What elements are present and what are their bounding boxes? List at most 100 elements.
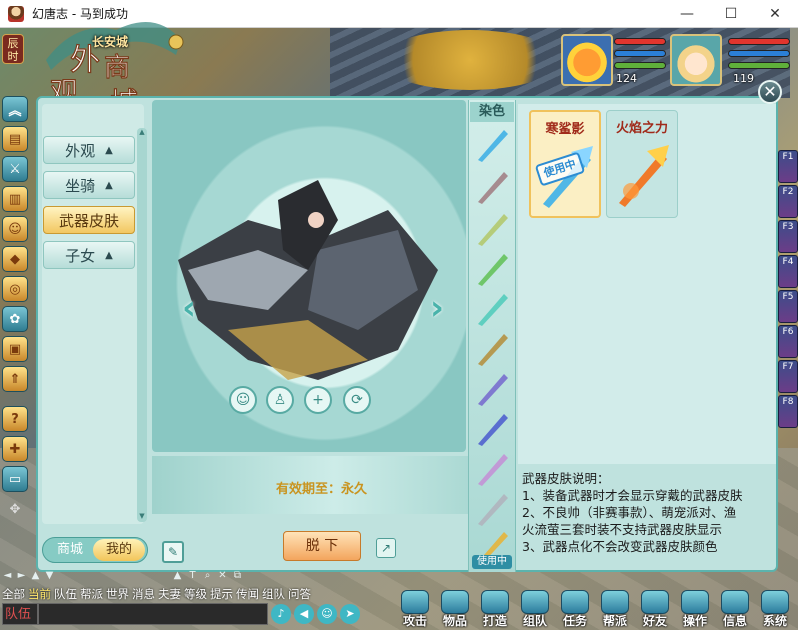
arrow-left-icon[interactable]: ◄ [2,570,13,582]
scroll-down-icon[interactable]: ▼ [137,512,147,522]
hotkey-f3[interactable]: F3 [778,220,798,253]
hotkey-f7[interactable]: F7 [778,360,798,393]
dye-slot-5[interactable] [474,290,512,328]
search-icon[interactable]: ⌕ [202,570,213,582]
channel-tab[interactable]: 夫妻 [158,586,181,602]
minimize-button[interactable]: — [664,0,710,28]
wheel-icon[interactable]: ◎ [2,276,28,302]
category-scrollbar[interactable]: ▲ ▼ [137,128,147,522]
close-window-button[interactable]: ✕ [752,0,798,28]
dye-slot-4[interactable] [474,250,512,288]
character-view-icon[interactable]: ☺ [229,386,257,414]
text-icon[interactable]: T [187,570,198,582]
chevron-up-icon: ▲ [105,144,113,156]
volume-icon[interactable]: ◀ [294,604,314,624]
action-forge[interactable]: 打造 [475,588,515,628]
tab-mine[interactable]: 我的 [93,539,145,561]
hotkey-f8[interactable]: F8 [778,395,798,428]
help-icon[interactable]: ? [2,406,28,432]
next-arrow-icon[interactable]: › [430,288,456,328]
dye-slot-8[interactable] [474,410,512,448]
copy-icon[interactable]: ⧉ [232,570,243,582]
category-children[interactable]: 子女 ▲ [43,241,135,269]
action-attack[interactable]: 攻击 [395,588,435,628]
channel-tab[interactable]: 世界 [106,586,129,602]
pet-exp-bar [614,62,666,69]
gold-icon[interactable]: ◆ [2,246,28,272]
hotkey-f6[interactable]: F6 [778,325,798,358]
hotkey-f4[interactable]: F4 [778,255,798,288]
maximize-button[interactable]: ☐ [708,0,754,28]
share-icon[interactable]: ↗ [376,538,396,558]
action-label: 攻击 [402,614,427,628]
hotkey-f5[interactable]: F5 [778,290,798,323]
arrow-down-icon[interactable]: ▼ [44,570,55,582]
move-icon[interactable]: ✥ [2,496,28,522]
outfit-icon[interactable]: ♙ [266,386,294,414]
channel-tab[interactable]: 等级 [184,586,207,602]
prev-arrow-icon[interactable]: ‹ [182,288,208,328]
channel-tab[interactable]: 消息 [132,586,155,602]
gift-icon[interactable]: ✚ [2,436,28,462]
channel-tab[interactable]: 组队 [262,586,285,602]
unequip-button[interactable]: 脱 下 [283,531,361,561]
action-info[interactable]: 信息 [715,588,755,628]
arrow-right-icon[interactable]: ► [16,570,27,582]
action-team[interactable]: 组队 [515,588,555,628]
action-operate[interactable]: 操作 [675,588,715,628]
channel-tab[interactable]: 提示 [210,586,233,602]
action-friends[interactable]: 好友 [635,588,675,628]
skin-name: 火焰之力 [615,121,668,136]
channel-select[interactable]: 队伍 [2,603,38,625]
channel-tab[interactable]: 全部 [2,586,25,602]
dye-slot-7[interactable] [474,370,512,408]
pet-portrait[interactable] [561,34,613,86]
edit-icon[interactable]: ✎ [162,541,184,563]
channel-tab[interactable]: 问答 [288,586,311,602]
category-weapon-skin[interactable]: 武器皮肤 [43,206,135,234]
channel-tab[interactable]: 当前 [28,586,51,602]
ranking-icon[interactable]: ▥ [2,186,28,212]
microphone-icon[interactable]: ♪ [271,604,291,624]
pet-icon[interactable]: ☺ [2,216,28,242]
tv-icon[interactable]: ▭ [2,466,28,492]
hotkey-f1[interactable]: F1 [778,150,798,183]
action-items[interactable]: 物品 [435,588,475,628]
move-up-icon[interactable]: ▲ [172,570,183,582]
rotate-icon[interactable]: ⟳ [343,386,371,414]
cube-icon[interactable]: ▣ [2,336,28,362]
scroll-up-icon[interactable]: ▲ [137,128,147,138]
channel-tab[interactable]: 队伍 [54,586,77,602]
dye-slot-9[interactable] [474,450,512,488]
emoji-icon[interactable]: ☺ [317,604,337,624]
arrow-up-icon[interactable]: ▲ [30,570,41,582]
channel-tab[interactable]: 帮派 [80,586,103,602]
upgrade-icon[interactable]: ⇑ [2,366,28,392]
dye-slot-6[interactable] [474,330,512,368]
pet-level: 124 [616,72,637,85]
skin-card-huoyan[interactable]: 火焰之力 [606,110,678,218]
collapse-icon[interactable]: ︽ [2,96,28,122]
hero-portrait[interactable] [670,34,722,86]
action-guild[interactable]: 帮派 [595,588,635,628]
action-quest[interactable]: 任务 [555,588,595,628]
hotkey-f2[interactable]: F2 [778,185,798,218]
dye-slot-10[interactable] [474,490,512,528]
category-mount[interactable]: 坐骑 ▲ [43,171,135,199]
operate-icon [681,590,709,614]
send-icon[interactable]: ➤ [340,604,360,624]
dye-slot-1[interactable] [474,126,512,164]
action-system[interactable]: 系统 [755,588,795,628]
dye-slot-2[interactable] [474,168,512,206]
category-appearance[interactable]: 外观 ▲ [43,136,135,164]
chat-input[interactable] [38,603,268,625]
close-panel-button[interactable]: ✕ [758,80,782,104]
book-icon[interactable]: ▤ [2,126,28,152]
sword-icon[interactable]: ⚔ [2,156,28,182]
dye-slot-3[interactable] [474,210,512,248]
clear-icon[interactable]: ✕ [217,570,228,582]
zoom-in-icon[interactable]: + [304,386,332,414]
channel-tab[interactable]: 传闻 [236,586,259,602]
tab-mall[interactable]: 商城 [47,540,93,560]
gift-bag-icon[interactable]: ✿ [2,306,28,332]
